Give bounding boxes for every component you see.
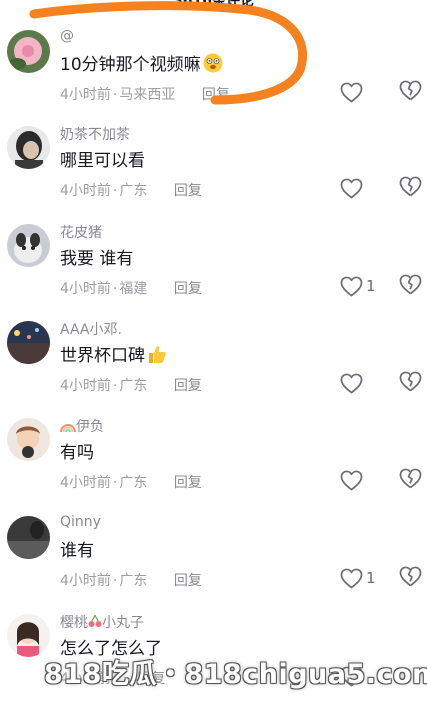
comment-location: 广东 [119, 573, 148, 589]
like-count: 1 [366, 277, 376, 295]
broken-heart-icon [399, 274, 422, 295]
comment-item: Qinny 谁有 4小时前 · 广东 回复 1 [0, 514, 427, 612]
avatar[interactable] [7, 224, 50, 267]
dislike-button[interactable] [399, 468, 423, 492]
comment-author[interactable]: 奶茶不加茶 [60, 124, 130, 144]
comment-text: 有吗 [60, 443, 94, 463]
dislike-button[interactable] [399, 566, 423, 590]
comment-item: @ 10分钟那个视频嘛 4小时前 · 马来西亚 回复 [0, 28, 427, 126]
comment-author-name: 伊负 [76, 419, 104, 435]
dislike-button[interactable] [399, 80, 423, 104]
broken-heart-icon [399, 176, 422, 197]
avatar[interactable] [7, 614, 50, 657]
avatar[interactable] [7, 516, 50, 559]
comment-item: 伊负 有吗 4小时前 · 广东 回复 [0, 418, 427, 514]
reply-button[interactable]: 回复 [174, 378, 202, 394]
like-button[interactable] [340, 468, 366, 492]
comment-location: 广东 [119, 475, 148, 491]
thumbs-up-icon [147, 344, 167, 364]
comment-time: 4小时前 [60, 183, 111, 199]
comment-item: 花皮猪 我要 谁有 4小时前 · 福建 回复 1 [0, 224, 427, 320]
avatar[interactable] [7, 418, 50, 461]
comment-author[interactable]: 樱桃 小丸子 [60, 612, 144, 632]
comment-item: 奶茶不加茶 哪里可以看 4小时前 · 广东 回复 [0, 126, 427, 222]
reply-button[interactable]: 回复 [174, 183, 202, 199]
comment-author-suffix: 小丸子 [102, 615, 144, 631]
comment-author[interactable]: Qinny [60, 514, 101, 530]
like-button[interactable] [340, 176, 366, 200]
like-button[interactable]: 1 [340, 274, 376, 298]
comment-text: 谁有 [60, 541, 94, 561]
comment-time: 4小时前 [60, 281, 111, 297]
comment-text: 世界杯口碑 [60, 341, 167, 366]
comment-author[interactable]: 伊负 [60, 416, 104, 436]
avatar[interactable] [7, 30, 50, 73]
comment-location: 广东 [119, 378, 148, 394]
broken-heart-icon [399, 371, 422, 392]
comment-time: 4小时前 [60, 573, 111, 589]
comment-text: 哪里可以看 [60, 151, 145, 171]
comment-text: 我要 谁有 [60, 249, 134, 269]
reply-button[interactable]: 回复 [202, 87, 230, 103]
comment-time: 4小时前 [60, 87, 111, 103]
comment-author-prefix: 樱桃 [60, 615, 88, 631]
broken-heart-icon [399, 80, 422, 101]
avatar[interactable] [7, 321, 50, 364]
comments-count-header: 3616条评论 [0, 0, 427, 14]
dizzy-face-emoji-icon [203, 53, 223, 73]
heart-icon [340, 470, 363, 490]
dislike-button[interactable] [399, 274, 423, 298]
comment-item: AAA小邓. 世界杯口碑 4小时前 · 广东 回复 [0, 321, 427, 417]
reply-button[interactable]: 回复 [174, 475, 202, 491]
broken-heart-icon [399, 566, 422, 587]
reply-button[interactable]: 回复 [174, 281, 202, 297]
comments-count-title: 3616条评论 [173, 0, 254, 9]
watermark-text: 818吃瓜・818chigua5.com [44, 659, 427, 690]
broken-heart-icon [399, 468, 422, 489]
cherry-icon [88, 614, 102, 628]
heart-icon [340, 82, 363, 102]
avatar[interactable] [7, 126, 50, 169]
like-button[interactable]: 1 [340, 566, 376, 590]
comment-meta: 4小时前 · 广东 回复 [60, 183, 202, 199]
rainbow-icon [60, 420, 76, 433]
like-count: 1 [366, 569, 376, 587]
comment-text: 10分钟那个视频嘛 [60, 50, 223, 75]
reply-button[interactable]: 回复 [174, 573, 202, 589]
comment-text-content: 10分钟那个视频嘛 [60, 55, 201, 75]
heart-icon [340, 373, 363, 393]
comment-location: 广东 [119, 183, 148, 199]
like-button[interactable] [340, 80, 366, 104]
dislike-button[interactable] [399, 371, 423, 395]
comment-location: 福建 [119, 281, 148, 297]
heart-icon [340, 178, 363, 198]
comment-meta: 4小时前 · 广东 回复 [60, 475, 202, 491]
heart-icon [340, 568, 363, 588]
like-button[interactable] [340, 371, 366, 395]
comment-location: 马来西亚 [119, 87, 176, 103]
comment-text-content: 世界杯口碑 [60, 346, 145, 366]
comment-author[interactable]: @ [60, 28, 74, 44]
comment-meta: 4小时前 · 广东 回复 [60, 378, 202, 394]
comment-time: 4小时前 [60, 378, 111, 394]
heart-icon [340, 276, 363, 296]
comment-author[interactable]: AAA小邓. [60, 319, 122, 339]
dislike-button[interactable] [399, 176, 423, 200]
comment-author[interactable]: 花皮猪 [60, 222, 102, 242]
comment-meta: 4小时前 · 福建 回复 [60, 281, 202, 297]
comment-meta: 4小时前 · 广东 回复 [60, 573, 202, 589]
comment-meta: 4小时前 · 马来西亚 回复 [60, 87, 230, 103]
comment-time: 4小时前 [60, 475, 111, 491]
